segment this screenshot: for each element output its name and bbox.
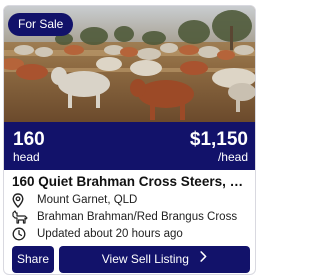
updated-text: Updated about 20 hours ago xyxy=(37,228,183,240)
head-count-block: 160 head xyxy=(13,129,45,165)
cattle-icon xyxy=(12,209,29,225)
listing-photo[interactable]: For Sale xyxy=(4,6,255,122)
breed-row: Brahman Brahman/Red Brangus Cross xyxy=(12,209,237,225)
head-count: 160 xyxy=(13,129,45,150)
breed-text: Brahman Brahman/Red Brangus Cross xyxy=(37,211,238,223)
view-sell-listing-button[interactable]: View Sell Listing xyxy=(59,246,250,273)
chevron-right-icon xyxy=(200,245,207,272)
listing-stats-bar: 160 head $1,150 /head xyxy=(4,122,255,170)
map-pin-icon xyxy=(12,192,29,208)
for-sale-badge: For Sale xyxy=(8,13,74,36)
head-count-unit: head xyxy=(13,150,40,164)
listing-card[interactable]: For Sale 160 head $1,150 /head 160 Quiet… xyxy=(3,5,256,275)
listing-title[interactable]: 160 Quiet Brahman Cross Steers, Ven… xyxy=(12,173,250,191)
view-sell-listing-label: View Sell Listing xyxy=(101,252,189,266)
price-block: $1,150 /head xyxy=(190,129,248,165)
price-unit: /head xyxy=(217,150,248,164)
clock-icon xyxy=(12,226,29,242)
share-button[interactable]: Share xyxy=(12,246,54,273)
price: $1,150 xyxy=(189,129,248,150)
updated-row: Updated about 20 hours ago xyxy=(12,226,183,242)
location-text: Mount Garnet, QLD xyxy=(37,194,138,206)
location-row: Mount Garnet, QLD xyxy=(12,192,137,208)
